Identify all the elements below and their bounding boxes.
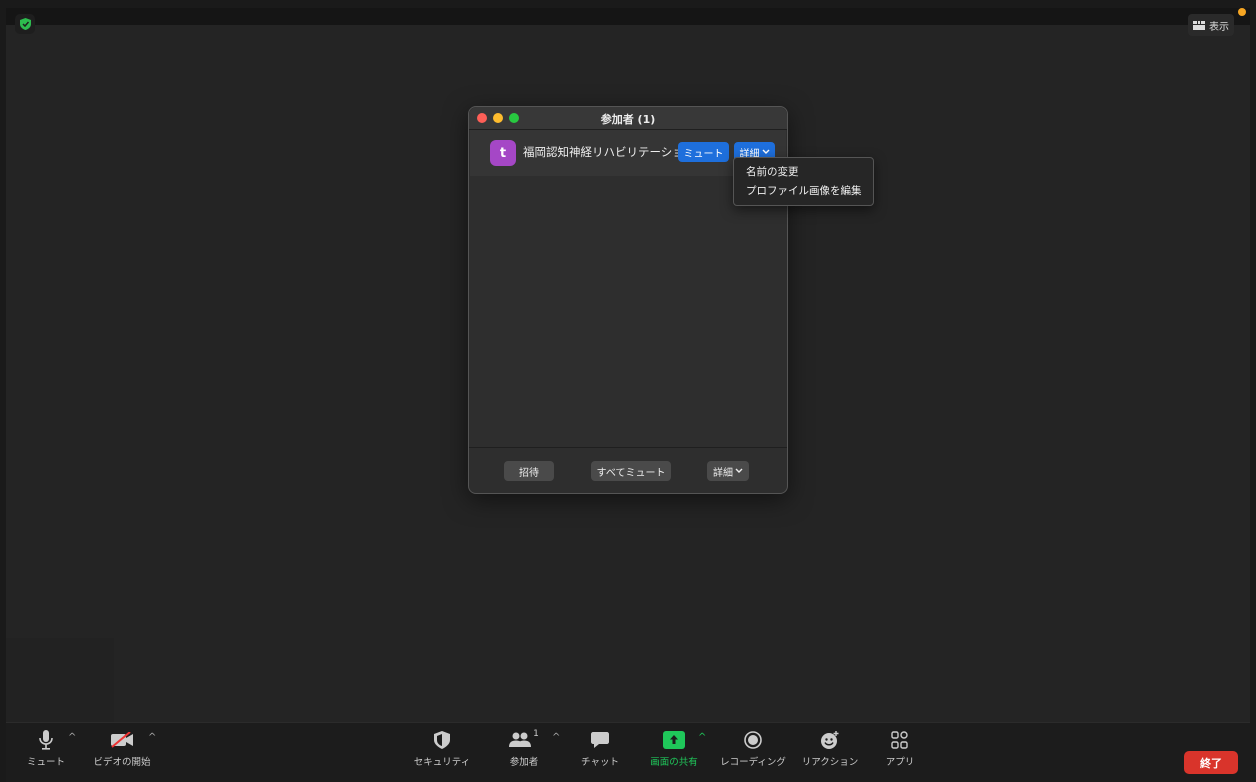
microphone-icon [39, 730, 53, 750]
reactions-label: リアクション [801, 757, 859, 768]
end-meeting-button[interactable]: 終了 [1184, 751, 1238, 774]
apps-icon [891, 731, 908, 749]
share-options-caret[interactable]: ^ [698, 732, 706, 743]
meeting-toolbar: ミュート ^ ビデオの開始 ^ セキュリティ 1 参加者 ^ チャット 画面の共… [6, 722, 1250, 782]
apps-button[interactable]: アプリ [878, 723, 922, 782]
share-screen-button[interactable]: 画面の共有 [646, 723, 702, 782]
record-label: レコーディング [720, 757, 786, 768]
participants-count: 1 [533, 729, 539, 739]
mute-all-button[interactable]: すべてミュート [591, 461, 671, 481]
start-video-button[interactable]: ビデオの開始 [90, 723, 154, 782]
mute-label: ミュート [26, 757, 65, 768]
top-bar [6, 8, 1250, 25]
participants-icon [509, 732, 532, 747]
view-button[interactable]: 表示 [1188, 14, 1234, 36]
security-shield-icon[interactable] [15, 14, 35, 34]
security-button[interactable]: セキュリティ [412, 723, 472, 782]
participant-more-menu: 名前の変更 プロファイル画像を編集 [733, 157, 874, 206]
chat-icon [591, 732, 609, 748]
share-screen-icon [663, 731, 685, 749]
shield-icon [434, 731, 450, 749]
start-video-label: ビデオの開始 [93, 757, 151, 768]
participants-label: 参加者 [509, 757, 539, 768]
participant-name: 福岡認知神経リハビリテーション [523, 145, 696, 159]
view-button-label: 表示 [1209, 21, 1229, 33]
panel-more-label: 詳細 [713, 467, 733, 479]
video-off-icon [111, 732, 133, 748]
video-options-caret[interactable]: ^ [148, 732, 156, 743]
audio-options-caret[interactable]: ^ [68, 732, 76, 743]
panel-title: 参加者 (1) [600, 113, 656, 126]
participant-mute-button[interactable]: ミュート [678, 142, 729, 162]
panel-more-button[interactable]: 詳細 [707, 461, 749, 481]
record-button[interactable]: レコーディング [718, 723, 788, 782]
mute-button[interactable]: ミュート [24, 723, 68, 782]
panel-footer: 招待 すべてミュート 詳細 [469, 447, 787, 494]
notification-dot [1238, 8, 1246, 16]
chevron-down-icon [735, 468, 743, 473]
participants-button[interactable]: 1 参加者 [502, 723, 546, 782]
menu-item-edit-profile-picture[interactable]: プロファイル画像を編集 [746, 183, 862, 198]
chevron-down-icon [762, 149, 769, 154]
record-icon [744, 731, 762, 749]
panel-title-bar[interactable]: 参加者 (1) [469, 107, 787, 130]
share-screen-label: 画面の共有 [650, 757, 698, 768]
chat-button[interactable]: チャット [578, 723, 622, 782]
self-video-thumbnail [6, 638, 114, 722]
invite-button[interactable]: 招待 [504, 461, 554, 481]
participants-options-caret[interactable]: ^ [552, 732, 560, 743]
participant-avatar: t [490, 140, 516, 166]
apps-label: アプリ [885, 757, 915, 768]
chat-label: チャット [581, 757, 619, 768]
menu-item-rename[interactable]: 名前の変更 [746, 164, 799, 179]
security-label: セキュリティ [413, 757, 471, 768]
reactions-button[interactable]: リアクション [798, 723, 862, 782]
reaction-smiley-icon [821, 731, 839, 749]
grid-view-icon [1193, 20, 1205, 30]
